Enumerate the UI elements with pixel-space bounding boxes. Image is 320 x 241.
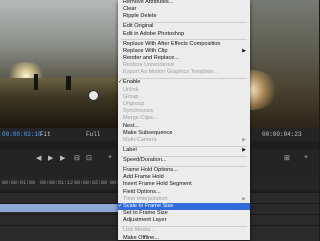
menu-item-label: Render and Replace... (123, 55, 179, 61)
menu-item-adjustment-layer[interactable]: Adjustment Layer (118, 217, 250, 224)
menu-item-time-interpolation: Time Interpolation ▶ (118, 196, 250, 203)
menu-item-label: Edit in Adobe Photoshop (123, 30, 185, 37)
submenu-arrow-icon: ▶ (242, 195, 246, 202)
menu-item-label: Synchronize (123, 108, 154, 115)
menu-item-label: Insert Frame Hold Segment (123, 181, 192, 188)
menu-item-label: Export As Motion Graphics Template... (123, 69, 219, 76)
source-scrub-bar[interactable] (0, 141, 124, 149)
menu-item-enable[interactable]: ✓ Enable (118, 79, 250, 86)
menu-item-label: Group (123, 93, 139, 100)
source-monitor-panel: 00:00:02:10 Fit Full ◀ ▶ ▶ ⊟ ⊡ + (0, 0, 124, 178)
menu-item-label: Speed/Duration... (123, 157, 167, 163)
menu-item-label: Enable (123, 79, 141, 86)
menu-item-link-media: Link Media... (118, 227, 250, 234)
menu-item-field-options[interactable]: Field Options... (118, 189, 250, 196)
menu-item-make-offline[interactable]: Make Offline... (118, 235, 250, 240)
menu-item-label: Nest... (123, 122, 140, 129)
menu-item-clear[interactable]: Clear (118, 6, 250, 13)
program-add-button-icon[interactable]: + (304, 154, 308, 161)
menu-item-label: Restore Unrendered (123, 62, 174, 69)
menu-item-merge-clips: Merge Clips... (118, 115, 250, 122)
menu-item-synchronize: Synchronize (118, 108, 250, 115)
menu-item-label[interactable]: Label ▶ (118, 147, 250, 154)
menu-item-label: Label (123, 147, 137, 153)
menu-item-label: Make Subsequence (123, 129, 173, 136)
menu-item-label: Frame Hold Options... (123, 167, 178, 173)
menu-item-label: Merge Clips... (123, 115, 158, 122)
menu-item-add-frame-hold[interactable]: Add Frame Hold (118, 174, 250, 181)
submenu-arrow-icon: ▶ (242, 147, 246, 153)
menu-item-label: Replace With After Effects Composition (123, 40, 221, 47)
menu-item-label: Field Options... (123, 188, 161, 195)
menu-item-restore-unrendered: Restore Unrendered (118, 62, 250, 69)
export-frame-icon[interactable]: ⊞ (284, 154, 290, 162)
checkmark-icon: ✓ (118, 203, 123, 209)
source-video-frame (0, 0, 124, 128)
menu-item-label: Multi-Camera (123, 137, 157, 143)
menu-item-label: Adjustment Layer (123, 217, 167, 224)
menu-item-label: Edit Original (123, 23, 154, 30)
menu-item-unlink: Unlink (118, 87, 250, 94)
step-back-icon[interactable]: ◀ (36, 154, 41, 162)
watermark-logo (88, 90, 99, 101)
source-timecode[interactable]: 00:00:02:10 (2, 131, 42, 138)
menu-item-replace-with-clip[interactable]: Replace With Clip ▶ (118, 48, 250, 55)
menu-item-nest[interactable]: Nest... (118, 123, 250, 130)
overwrite-icon[interactable]: ⊡ (86, 154, 92, 162)
checkmark-icon: ✓ (118, 79, 123, 86)
menu-item-make-subsequence[interactable]: Make Subsequence (118, 130, 250, 137)
menu-item-render-and-replace[interactable]: Render and Replace... (118, 55, 250, 62)
ruler-tick: 00:00:02:00 (74, 180, 108, 186)
menu-item-label: Add Frame Hold (123, 174, 164, 181)
resolution-dropdown[interactable]: Full (86, 131, 100, 138)
menu-item-scale-to-frame-size[interactable]: ✓ Scale to Frame Size (118, 203, 250, 211)
menu-item-label: Set to Frame Size (123, 210, 168, 217)
play-icon[interactable]: ▶ (48, 154, 53, 162)
menu-item-label: Link Media... (123, 227, 155, 234)
menu-item-label: Ripple Delete (123, 13, 157, 20)
clip-context-menu: Remove Attributes... Clear Ripple Delete Ed… (118, 0, 250, 240)
menu-item-label: Replace With Clip (123, 47, 168, 54)
menu-item-label: Unlink (123, 86, 139, 93)
submenu-arrow-icon: ▶ (242, 47, 246, 54)
menu-item-ungroup: Ungroup (118, 101, 250, 108)
add-button-icon[interactable]: + (108, 154, 112, 161)
menu-item-label: Make Offline... (123, 234, 159, 240)
menu-item-edit-original[interactable]: Edit Original (118, 23, 250, 30)
menu-item-label: Clear (123, 6, 137, 13)
menu-item-label: Time Interpolation (123, 195, 168, 202)
menu-item-edit-in-adobe-photoshop[interactable]: Edit in Adobe Photoshop (118, 31, 250, 38)
step-forward-icon[interactable]: ▶ (60, 154, 65, 162)
fit-dropdown[interactable]: Fit (40, 131, 51, 138)
menu-item-export-as-motion-graphics-template: Export As Motion Graphics Template... (118, 69, 250, 76)
menu-item-frame-hold-options[interactable]: Frame Hold Options... (118, 167, 250, 174)
ruler-tick: 00:00:01:12 (40, 180, 74, 186)
submenu-arrow-icon: ▶ (242, 137, 246, 143)
menu-item-replace-with-after-effects-composition[interactable]: Replace With After Effects Composition (118, 41, 250, 48)
program-duration-timecode: 00:00:04:23 (262, 131, 302, 138)
menu-item-ripple-delete[interactable]: Ripple Delete (118, 13, 250, 20)
menu-item-label: Scale to Frame Size (123, 203, 174, 209)
insert-icon[interactable]: ⊟ (74, 154, 80, 162)
menu-item-group: Group (118, 94, 250, 101)
ruler-tick: 00:00:01:00 (2, 180, 36, 186)
menu-item-speed-duration[interactable]: Speed/Duration... (118, 157, 250, 164)
menu-item-insert-frame-hold-segment[interactable]: Insert Frame Hold Segment (118, 181, 250, 188)
menu-item-label: Ungroup (123, 101, 145, 107)
menu-item-multi-camera: Multi-Camera ▶ (118, 137, 250, 144)
video-clip[interactable] (0, 204, 124, 212)
menu-item-set-to-frame-size[interactable]: Set to Frame Size (118, 210, 250, 217)
